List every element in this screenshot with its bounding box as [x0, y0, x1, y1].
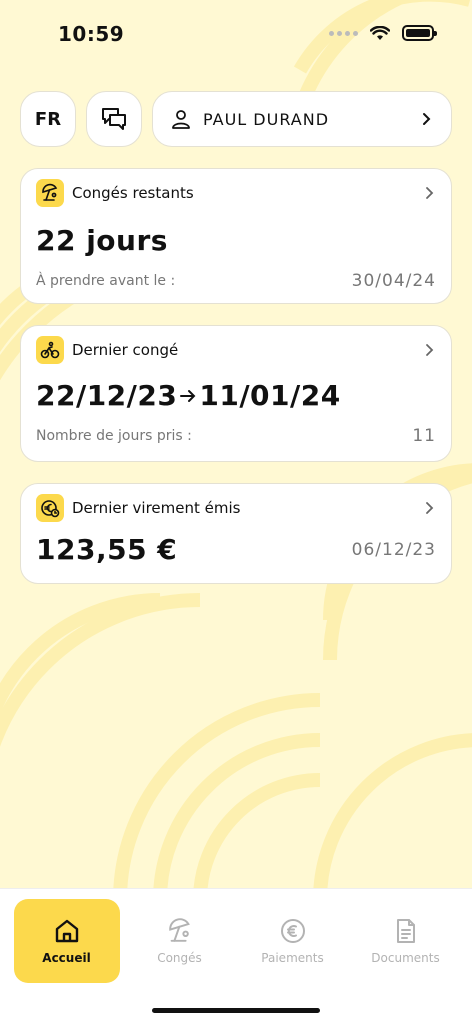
euro-icon: [280, 919, 305, 943]
tab-label: Accueil: [42, 951, 91, 965]
last-leave-card[interactable]: Dernier congé 22/12/23 11/01/24 Nombre d…: [20, 325, 452, 462]
tab-conges[interactable]: Congés: [127, 899, 233, 983]
signal-dots-icon: [329, 30, 358, 36]
days-taken-label: Nombre de jours pris :: [36, 428, 192, 444]
battery-icon: [402, 25, 437, 41]
card-title: Dernier virement émis: [72, 499, 241, 517]
cyclist-icon: [36, 336, 64, 364]
user-icon: [172, 110, 190, 129]
bottom-tab-bar: Accueil Congés Paiements Documents: [0, 888, 472, 1024]
header-row: FR PAUL DURAND: [20, 91, 452, 147]
euro-clock-icon: [36, 494, 64, 522]
user-profile-button[interactable]: PAUL DURAND: [152, 91, 452, 147]
remaining-leave-card[interactable]: Congés restants 22 jours À prendre avant…: [20, 168, 452, 304]
tab-label: Congés: [157, 951, 202, 965]
tab-label: Paiements: [261, 951, 324, 965]
tab-documents[interactable]: Documents: [353, 899, 459, 983]
chat-icon: [102, 108, 126, 130]
status-bar: 10:59: [0, 0, 472, 72]
wifi-icon: [370, 25, 390, 40]
chevron-right-icon: [426, 187, 434, 199]
chevron-right-icon: [426, 344, 434, 356]
messages-button[interactable]: [86, 91, 142, 147]
leave-date-range: 22/12/23 11/01/24: [36, 379, 436, 412]
status-icons: [329, 25, 437, 41]
user-name: PAUL DURAND: [203, 109, 330, 129]
remaining-days-value: 22 jours: [36, 224, 168, 257]
leave-start-date: 22/12/23: [36, 379, 178, 412]
transfer-date: 06/12/23: [351, 539, 436, 560]
status-time: 10:59: [58, 22, 125, 46]
last-transfer-card[interactable]: Dernier virement émis 123,55 € 06/12/23: [20, 483, 452, 584]
beach-umbrella-icon: [168, 918, 190, 942]
deadline-value: 30/04/24: [351, 271, 436, 291]
arrow-right-icon: [180, 389, 196, 402]
days-taken-value: 11: [412, 426, 436, 446]
chevron-right-icon: [423, 113, 431, 125]
tab-label: Documents: [371, 951, 440, 965]
home-indicator: [152, 1008, 320, 1013]
card-title: Congés restants: [72, 184, 194, 202]
home-icon: [55, 919, 78, 943]
card-title: Dernier congé: [72, 341, 179, 359]
language-button[interactable]: FR: [20, 91, 76, 147]
transfer-amount: 123,55 €: [36, 533, 178, 566]
beach-umbrella-icon: [36, 179, 64, 207]
tab-accueil[interactable]: Accueil: [13, 899, 120, 983]
deadline-label: À prendre avant le :: [36, 273, 176, 289]
tab-paiements[interactable]: Paiements: [240, 899, 346, 983]
chevron-right-icon: [426, 502, 434, 514]
document-icon: [396, 919, 415, 943]
leave-end-date: 11/01/24: [199, 379, 341, 412]
